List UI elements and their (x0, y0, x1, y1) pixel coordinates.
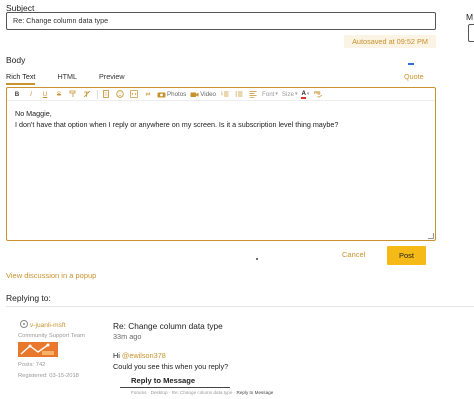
clear-format-icon[interactable] (81, 89, 93, 100)
video-label: Video (200, 90, 216, 98)
tab-preview[interactable]: Preview (99, 71, 125, 85)
chevron-down-icon: ▾ (275, 91, 278, 97)
online-status-icon (20, 320, 28, 328)
document-icon[interactable] (100, 89, 112, 100)
emoji-icon[interactable] (114, 89, 126, 100)
cursor-dot (256, 258, 258, 260)
editor-line: I don't have that option when I reply or… (15, 120, 339, 129)
video-button[interactable]: Video (189, 89, 217, 100)
font-dropdown[interactable]: Font ▾ (261, 89, 279, 100)
editor-content[interactable]: No Maggie, I don't have that option when… (15, 108, 338, 130)
side-label: M (466, 12, 474, 22)
underline-button[interactable]: U (39, 89, 51, 100)
editor-tabs: Rich Text HTML Preview (6, 71, 147, 85)
text-color-icon: A (301, 89, 306, 99)
divider (6, 306, 474, 307)
breadcrumb-current: Reply to Message (236, 390, 274, 395)
toolbar-divider (97, 89, 98, 99)
side-input[interactable] (468, 24, 474, 42)
numbered-list-icon[interactable] (219, 89, 231, 100)
breadcrumb-item[interactable]: Desktop (151, 390, 168, 395)
size-dropdown[interactable]: Size ▾ (281, 89, 299, 100)
spellcheck-icon[interactable] (312, 89, 324, 100)
author-registered: Registered: 03-15-2018 (18, 373, 79, 379)
video-camera-icon (190, 92, 199, 97)
message-title[interactable]: Re: Change column data type (113, 321, 223, 331)
code-icon[interactable] (128, 89, 140, 100)
reply-heading: Reply to Message (131, 376, 196, 385)
quote-button[interactable]: Quote (404, 72, 424, 81)
resize-handle-icon[interactable] (428, 233, 434, 239)
font-label: Font (261, 90, 275, 98)
message-greeting: Hi @ewilson378 (113, 351, 166, 360)
autosave-status: Autosaved at 09:52 PM (344, 35, 436, 48)
editor-toolbar: B I U S Photos Video Font ▾ Size ▾ A ▾ (7, 88, 435, 101)
editor-line: No Maggie, (15, 109, 52, 118)
link-icon[interactable] (142, 89, 154, 100)
photos-button[interactable]: Photos (156, 89, 187, 100)
author-role: Community Support Team (18, 333, 85, 339)
tab-html[interactable]: HTML (57, 71, 77, 85)
paint-format-icon[interactable] (67, 89, 79, 100)
strikethrough-button[interactable]: S (53, 89, 65, 100)
quote-indicator-icon (408, 63, 414, 65)
rich-text-editor[interactable]: B I U S Photos Video Font ▾ Size ▾ A ▾ N… (6, 87, 436, 241)
cancel-button[interactable]: Cancel (342, 250, 365, 259)
chevron-down-icon: ▾ (306, 91, 310, 97)
author-name-link[interactable]: v-juanli-msft (30, 322, 66, 329)
bold-button[interactable]: B (11, 89, 23, 100)
rank-badge-image (18, 342, 58, 357)
greeting-text: Hi (113, 351, 122, 360)
camera-icon (157, 92, 166, 97)
view-popup-link[interactable]: View discussion in a popup (6, 271, 96, 280)
subject-input[interactable]: Re: Change column data type (6, 12, 436, 30)
breadcrumb-item[interactable]: Forums (131, 390, 147, 395)
photos-label: Photos (167, 90, 187, 98)
tab-rich-text[interactable]: Rich Text (6, 71, 36, 85)
divider (120, 387, 230, 388)
italic-button[interactable]: I (25, 89, 37, 100)
author-posts: Posts: 742 (18, 362, 46, 368)
breadcrumb: Forums · Desktop · Re: Change column dat… (131, 390, 274, 395)
mention-link[interactable]: @ewilson378 (122, 351, 166, 360)
body-label: Body (6, 55, 26, 65)
message-question: Could you see this when you reply? (113, 362, 229, 371)
breadcrumb-item[interactable]: Re: Change column data type (172, 390, 233, 395)
bullet-list-icon[interactable] (233, 89, 245, 100)
message-time: 33m ago (113, 332, 142, 341)
text-color-button[interactable]: A ▾ (300, 89, 310, 100)
chevron-down-icon: ▾ (294, 91, 298, 97)
size-label: Size (281, 90, 294, 98)
post-button[interactable]: Post (387, 246, 426, 265)
replying-heading: Replying to: (6, 293, 51, 303)
align-icon[interactable] (247, 89, 259, 100)
